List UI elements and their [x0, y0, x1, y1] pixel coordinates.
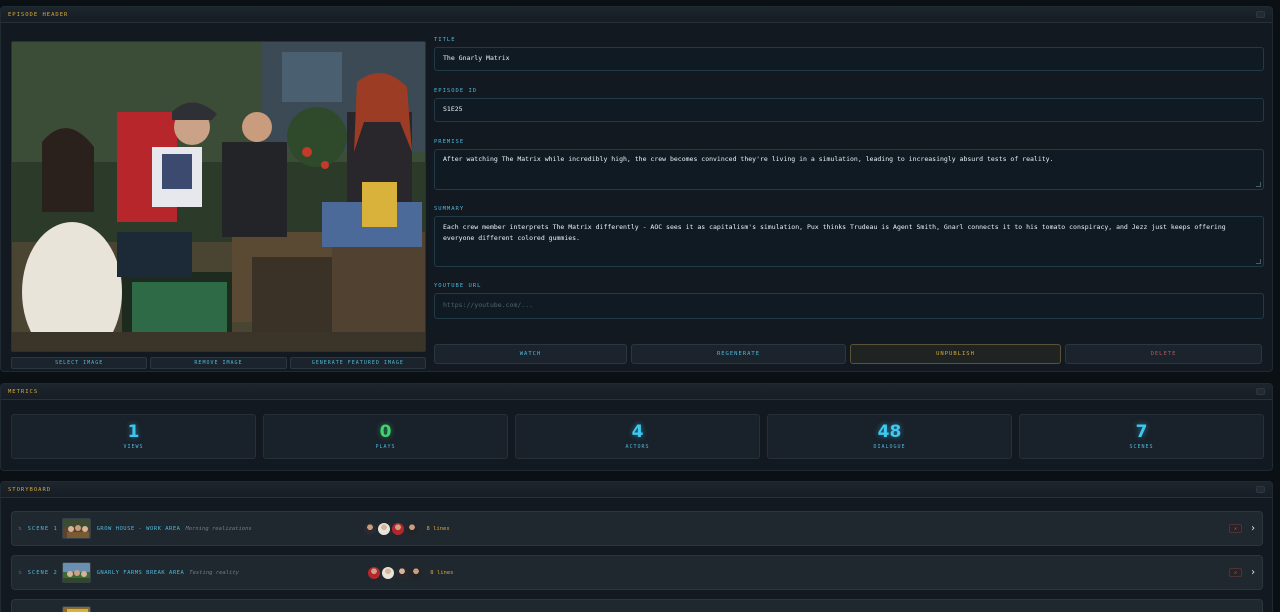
- close-icon[interactable]: ✕: [1228, 568, 1242, 577]
- scene-thumbnail: [61, 562, 91, 583]
- chevron-right-icon[interactable]: ›: [1250, 523, 1256, 534]
- scene-location: GNARLY FARMS BREAK AREA: [96, 569, 185, 576]
- scene-number: SCENE 1: [27, 525, 58, 532]
- metric-label: SCENES: [1129, 444, 1154, 450]
- panel-title: METRICS: [8, 388, 39, 395]
- collapse-button[interactable]: [1256, 486, 1265, 493]
- scene-thumbnail: [61, 606, 91, 612]
- scene-line-count: 8 lines: [426, 525, 450, 532]
- metric-scenes: 7 SCENES: [1019, 414, 1264, 459]
- panel-header: EPISODE HEADER: [1, 7, 1272, 23]
- premise-label: PREMISE: [434, 139, 465, 145]
- metric-value: 7: [1135, 422, 1148, 442]
- episode-id-input[interactable]: S1E25: [434, 98, 1264, 122]
- metric-plays: 0 PLAYS: [263, 414, 508, 459]
- episode-id-label: EPISODE ID: [434, 88, 478, 94]
- metric-dialogue: 48 DIALOGUE: [767, 414, 1012, 459]
- avatar: [396, 566, 409, 579]
- scene-row[interactable]: ⇅ SCENE 1 GROW HOUSE - WORK AREA Morning…: [11, 511, 1263, 546]
- collapse-button[interactable]: [1256, 388, 1265, 395]
- metric-views: 1 VIEWS: [11, 414, 256, 459]
- scene-cast: [364, 522, 419, 535]
- metric-row: 1 VIEWS 0 PLAYS 4 ACTORS 48 DIALOGUE 7 S…: [11, 414, 1264, 459]
- scene-subtitle: Testing reality: [189, 569, 239, 576]
- panel-header: STORYBOARD: [1, 482, 1272, 498]
- resize-handle-icon[interactable]: [1256, 182, 1261, 187]
- drag-handle-icon[interactable]: ⇅: [18, 569, 22, 576]
- metric-value: 4: [631, 422, 644, 442]
- avatar: [382, 566, 395, 579]
- youtube-url-label: YOUTUBE URL: [434, 283, 482, 289]
- metric-label: DIALOGUE: [873, 444, 906, 450]
- summary-text: Each crew member interprets The Matrix d…: [443, 223, 1226, 242]
- scene-thumbnail: [61, 518, 91, 539]
- episode-featured-image: [11, 41, 426, 352]
- metrics-panel: METRICS 1 VIEWS 0 PLAYS 4 ACTORS 48 DIAL…: [0, 383, 1273, 471]
- metric-value: 0: [379, 422, 392, 442]
- generate-featured-image-button[interactable]: GENERATE FEATURED IMAGE: [289, 357, 426, 369]
- avatar: [406, 522, 419, 535]
- resize-handle-icon[interactable]: [1256, 259, 1261, 264]
- youtube-url-input[interactable]: https://youtube.com/...: [434, 293, 1264, 319]
- regenerate-button[interactable]: REGENERATE: [631, 344, 846, 364]
- metric-label: PLAYS: [375, 444, 396, 450]
- avatar: [368, 566, 381, 579]
- metric-label: VIEWS: [123, 444, 144, 450]
- image-button-row: SELECT IMAGE REMOVE IMAGE GENERATE FEATU…: [11, 357, 426, 369]
- title-input[interactable]: The Gnarly Matrix: [434, 47, 1264, 71]
- metric-label: ACTORS: [625, 444, 650, 450]
- drag-handle-icon[interactable]: ⇅: [18, 525, 22, 532]
- remove-image-button[interactable]: REMOVE IMAGE: [150, 357, 287, 369]
- panel-title: STORYBOARD: [8, 486, 52, 493]
- storyboard-panel: STORYBOARD ⇅ SCENE 1 GROW HOUSE - WORK A…: [0, 481, 1273, 612]
- scene-cast: [368, 566, 423, 579]
- scene-number: SCENE 2: [27, 569, 58, 576]
- panel-title: EPISODE HEADER: [8, 11, 69, 18]
- metric-value: 48: [877, 422, 902, 442]
- collapse-button[interactable]: [1256, 11, 1265, 18]
- premise-textarea[interactable]: After watching The Matrix while incredib…: [434, 149, 1264, 190]
- scene-location: GROW HOUSE - WORK AREA: [96, 525, 181, 532]
- scene-line-count: 8 lines: [430, 569, 454, 576]
- metric-value: 1: [127, 422, 140, 442]
- metric-actors: 4 ACTORS: [515, 414, 760, 459]
- avatar: [392, 522, 405, 535]
- episode-header-panel: EPISODE HEADER SELECT IMAGE REMOVE IMAGE…: [0, 6, 1273, 372]
- unpublish-button[interactable]: UNPUBLISH: [850, 344, 1061, 364]
- close-icon[interactable]: ✕: [1228, 524, 1242, 533]
- chevron-right-icon[interactable]: ›: [1250, 567, 1256, 578]
- watch-button[interactable]: WATCH: [434, 344, 627, 364]
- avatar: [410, 566, 423, 579]
- summary-textarea[interactable]: Each crew member interprets The Matrix d…: [434, 216, 1264, 267]
- select-image-button[interactable]: SELECT IMAGE: [11, 357, 148, 369]
- avatar: [364, 522, 377, 535]
- title-label: TITLE: [434, 37, 456, 43]
- delete-button[interactable]: DELETE: [1065, 344, 1262, 364]
- scene-subtitle: Morning realizations: [185, 525, 252, 532]
- avatar: [378, 522, 391, 535]
- scene-row[interactable]: ⇅ SCENE 2 GNARLY FARMS BREAK AREA Testin…: [11, 555, 1263, 590]
- scene-row-partial[interactable]: ⇅: [11, 599, 1263, 612]
- premise-text: After watching The Matrix while incredib…: [443, 155, 1054, 163]
- summary-label: SUMMARY: [434, 206, 465, 212]
- panel-header: METRICS: [1, 384, 1272, 400]
- episode-actions: WATCH REGENERATE UNPUBLISH DELETE: [434, 344, 1264, 364]
